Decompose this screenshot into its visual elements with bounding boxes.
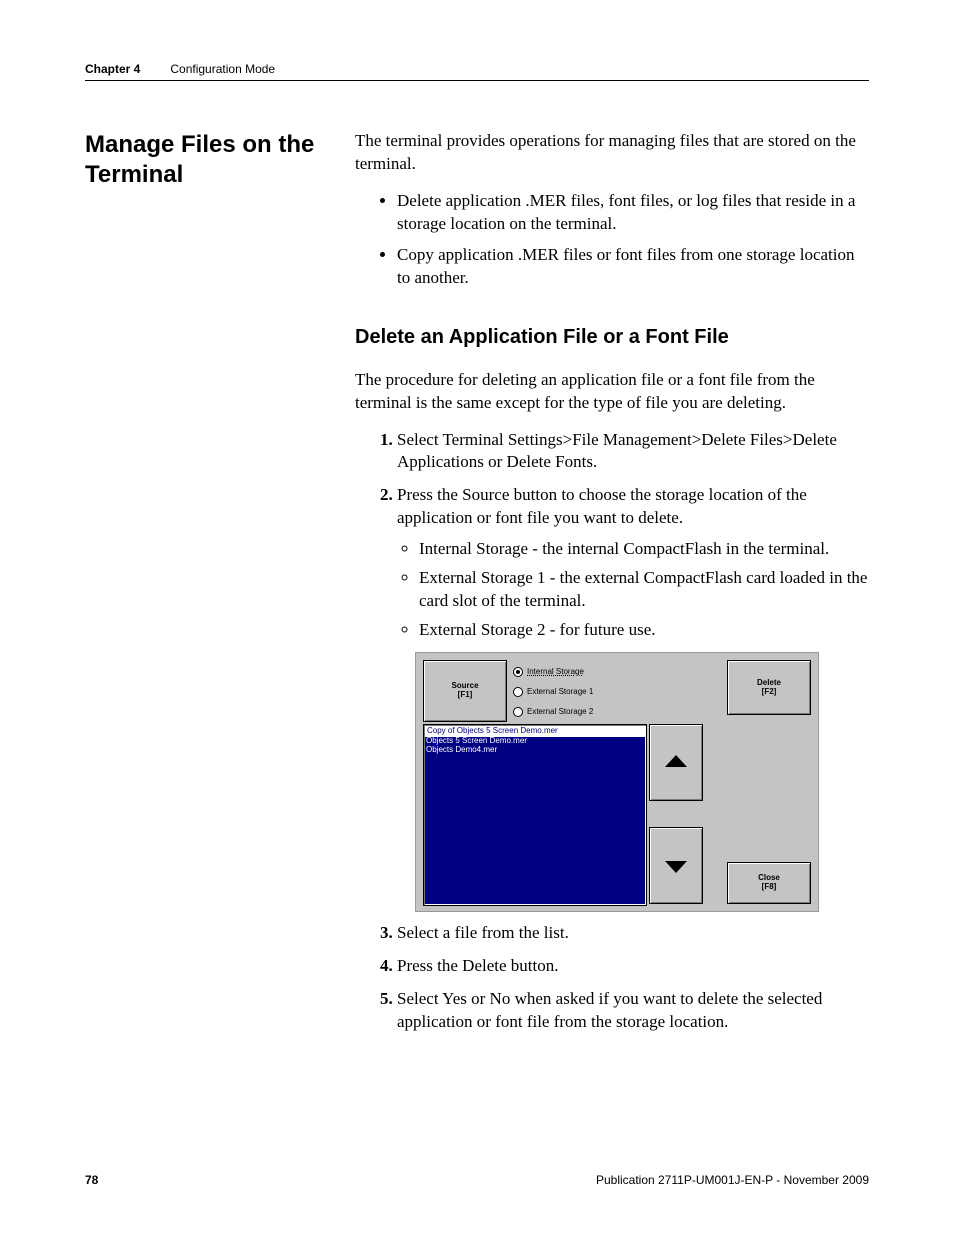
list-item[interactable]: Objects Demo4.mer <box>425 746 645 755</box>
radio-label: External Storage 2 <box>527 707 593 718</box>
screenshot-figure: Source [F1] Internal Storage <box>415 652 819 912</box>
intro-paragraph: The terminal provides operations for man… <box>355 130 869 176</box>
chapter-label: Chapter 4 <box>85 62 140 76</box>
intro-bullets: Delete application .MER files, font file… <box>355 190 869 290</box>
scroll-down-button[interactable] <box>649 827 703 904</box>
sub-intro-paragraph: The procedure for deleting an applicatio… <box>355 369 869 415</box>
chapter-title: Configuration Mode <box>170 62 275 76</box>
radio-internal-storage[interactable]: Internal Storage <box>513 667 621 678</box>
step-item: Press the Source button to choose the st… <box>397 484 869 912</box>
list-item: External Storage 2 - for future use. <box>419 619 869 642</box>
button-key: [F2] <box>762 688 777 697</box>
step-item: Press the Delete button. <box>397 955 869 978</box>
radio-dot-icon <box>513 707 523 717</box>
radio-label: Internal Storage <box>527 667 584 678</box>
list-item: External Storage 1 - the external Compac… <box>419 567 869 613</box>
button-key: [F1] <box>458 691 473 700</box>
close-button[interactable]: Close [F8] <box>727 862 811 904</box>
list-item: Internal Storage - the internal CompactF… <box>419 538 869 561</box>
triangle-down-icon <box>665 861 687 873</box>
button-key: [F8] <box>762 883 777 892</box>
step-item: Select Terminal Settings>File Management… <box>397 429 869 475</box>
delete-button[interactable]: Delete [F2] <box>727 660 811 715</box>
page-number: 78 <box>85 1173 98 1187</box>
scroll-up-button[interactable] <box>649 724 703 801</box>
file-list[interactable]: Copy of Objects 5 Screen Demo.mer Object… <box>423 724 647 906</box>
list-item: Delete application .MER files, font file… <box>397 190 869 236</box>
publication-id: Publication 2711P-UM001J-EN-P - November… <box>596 1173 869 1187</box>
radio-label: External Storage 1 <box>527 687 593 698</box>
list-item: Copy application .MER files or font file… <box>397 244 869 290</box>
step-item: Select Yes or No when asked if you want … <box>397 988 869 1034</box>
storage-radio-group: Internal Storage External Storage 1 Exte… <box>511 660 623 724</box>
radio-dot-icon <box>513 667 523 677</box>
radio-external-storage-1[interactable]: External Storage 1 <box>513 687 621 698</box>
section-title: Manage Files on the Terminal <box>85 130 335 190</box>
steps-list: Select Terminal Settings>File Management… <box>355 429 869 1034</box>
triangle-up-icon <box>665 755 687 767</box>
sub-bullets: Internal Storage - the internal CompactF… <box>397 538 869 642</box>
page-footer: 78 Publication 2711P-UM001J-EN-P - Novem… <box>85 1173 869 1187</box>
source-button[interactable]: Source [F1] <box>423 660 507 722</box>
step-item: Select a file from the list. <box>397 922 869 945</box>
subheading: Delete an Application File or a Font Fil… <box>355 326 869 349</box>
radio-external-storage-2[interactable]: External Storage 2 <box>513 707 621 718</box>
radio-dot-icon <box>513 687 523 697</box>
page-header: Chapter 4 Configuration Mode <box>85 62 869 81</box>
